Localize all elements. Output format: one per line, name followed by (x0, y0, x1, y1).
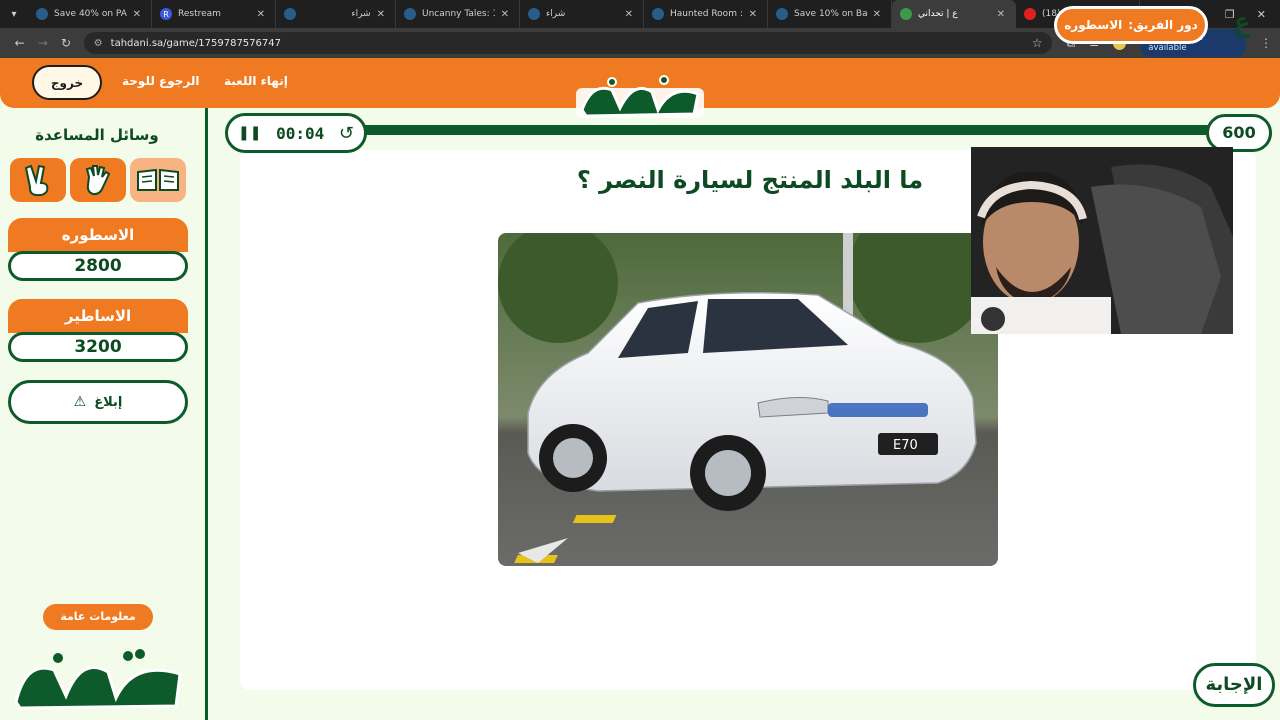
aid-call-friend-button[interactable] (70, 158, 126, 202)
open-hand-icon (85, 165, 111, 196)
timer-value: 00:04 (276, 123, 325, 143)
team-card-1: الاسطوره 2800 (8, 218, 188, 282)
browser-tab[interactable]: شراء ✕ (520, 0, 644, 28)
svg-text:E70: E70 (893, 438, 918, 453)
team-score: 3200 (8, 332, 188, 362)
steam-icon (776, 8, 788, 20)
restore-icon[interactable]: ❐ (1225, 8, 1235, 21)
team-score: 2800 (8, 251, 188, 281)
warning-icon: ⚠ (73, 394, 87, 410)
browser-tab[interactable]: R Restream ✕ (152, 0, 276, 28)
close-tab-icon[interactable]: ✕ (377, 9, 385, 20)
aid-two-answers-button[interactable] (10, 158, 66, 202)
tab-strip: Save 40% on PARANO✕RRestream✕شراء✕Uncann… (28, 0, 1140, 28)
close-tab-icon[interactable]: ✕ (873, 9, 881, 20)
victory-hand-icon (24, 164, 49, 197)
youtube-icon (1024, 8, 1036, 20)
tab-title: شراء (546, 9, 566, 19)
exit-button[interactable]: خروج (32, 65, 102, 100)
url-field[interactable]: ⚙ tahdani.sa/game/1759787576747 ☆ (83, 32, 1053, 54)
tab-title: Save 10% on Baby St (794, 9, 867, 19)
pause-icon[interactable]: ❚❚ (238, 125, 261, 141)
turn-team-name: الاسطوره (1064, 18, 1123, 32)
close-tab-icon[interactable]: ✕ (501, 9, 509, 20)
close-tab-icon[interactable]: ✕ (625, 9, 633, 20)
sidebar: وسائل المساعدة الاسطوره 2800 الاساطير 32… (0, 108, 208, 720)
team-name: الاساطير (8, 299, 188, 333)
close-tab-icon[interactable]: ✕ (257, 9, 265, 20)
restream-icon: R (160, 8, 172, 20)
chrome-menu-icon[interactable]: ⋮ (1260, 36, 1272, 50)
reset-timer-icon[interactable]: ↺ (339, 123, 354, 144)
tab-title: Save 40% on PARANO (54, 9, 127, 19)
timer-track (360, 125, 1216, 135)
tab-title-secondary: شراء (351, 9, 371, 19)
turn-label: دور الفريق: (1128, 18, 1198, 32)
team-card-2: الاساطير 3200 (8, 299, 188, 363)
tab-title: Haunted Room : 205 (670, 9, 743, 19)
steam-icon (652, 8, 664, 20)
browser-tab[interactable]: Haunted Room : 205 ✕ (644, 0, 768, 28)
back-to-board-link[interactable]: الرجوع للوحة (122, 74, 199, 88)
report-button[interactable]: إبلاغ ⚠ (8, 380, 188, 424)
question-text: ما البلد المنتج لسيارة النصر ؟ (576, 166, 924, 194)
question-image-car: E70 (498, 233, 998, 566)
back-icon[interactable]: ← (8, 36, 31, 50)
tahdani-icon (900, 8, 912, 20)
close-tab-icon[interactable]: ✕ (749, 9, 757, 20)
steam-icon (404, 8, 416, 20)
aid-double-points-button[interactable] (130, 158, 186, 202)
site-info-icon[interactable]: ⚙ (94, 38, 103, 49)
browser-tab[interactable]: Save 10% on Baby St ✕ (768, 0, 892, 28)
forward-icon[interactable]: → (31, 36, 54, 50)
aids-title: وسائل المساعدة (35, 126, 159, 144)
steam-icon (528, 8, 540, 20)
tab-search-icon[interactable]: ▾ (0, 0, 28, 28)
tab-title: Uncanny Tales: 1992 (422, 9, 495, 19)
close-tab-icon[interactable]: ✕ (133, 9, 141, 20)
tahdani-logo (576, 75, 704, 118)
report-label: إبلاغ (94, 394, 123, 410)
turn-letter: ع (1234, 8, 1250, 38)
steam-icon (36, 8, 48, 20)
tahdani-logo-small (14, 649, 182, 710)
reload-icon[interactable]: ↻ (54, 36, 77, 50)
end-game-link[interactable]: إنهاء اللعبة (224, 74, 288, 88)
browser-tab[interactable]: ع | تحداني ✕ (892, 0, 1016, 28)
turn-indicator: دور الفريق: الاسطوره (1054, 6, 1208, 44)
category-badge: معلومات عامة (43, 604, 153, 630)
url-text: tahdani.sa/game/1759787576747 (110, 37, 281, 49)
team-name: الاسطوره (8, 218, 188, 252)
streamer-webcam (971, 147, 1233, 334)
browser-tab[interactable]: Save 40% on PARANO ✕ (28, 0, 152, 28)
answer-button[interactable]: الإجابة (1193, 663, 1275, 707)
steam-icon (284, 8, 296, 20)
tab-title: ع | تحداني (918, 9, 958, 19)
close-tab-icon[interactable]: ✕ (997, 9, 1005, 20)
timer: ❚❚ 00:04 ↺ (225, 113, 367, 153)
bookmark-star-icon[interactable]: ☆ (1032, 36, 1043, 50)
close-window-icon[interactable]: ✕ (1257, 8, 1266, 21)
open-book-icon (137, 168, 179, 191)
tab-title: Restream (178, 9, 221, 19)
browser-tab[interactable]: شراء ✕ (276, 0, 396, 28)
browser-tab[interactable]: Uncanny Tales: 1992 ✕ (396, 0, 520, 28)
